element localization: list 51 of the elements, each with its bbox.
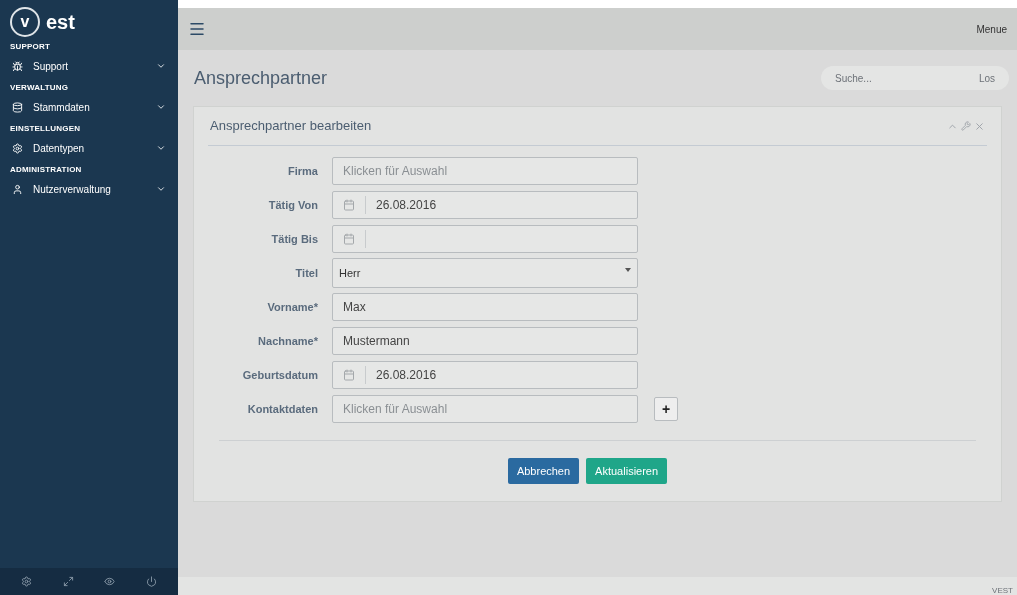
text-field[interactable]: Klicken für Auswahl — [332, 395, 638, 423]
sidebar-item[interactable]: Support — [0, 53, 178, 79]
search-field[interactable]: Suche... Los — [821, 66, 1009, 90]
expand-icon[interactable] — [62, 576, 74, 587]
menu-icon[interactable] — [188, 20, 206, 38]
footer-text: VEST — [992, 587, 1013, 595]
date-field[interactable] — [332, 225, 638, 253]
search-button[interactable]: Los — [978, 70, 995, 86]
sidebar-item[interactable]: Nutzerverwaltung — [0, 176, 178, 202]
power-icon[interactable] — [145, 576, 157, 587]
logo-text: est — [46, 12, 75, 32]
field-label: Nachname* — [257, 333, 319, 349]
section-heading: VERWALTUNG — [9, 82, 70, 94]
bug-icon — [12, 60, 23, 72]
cancel-button[interactable]: Abbrechen — [507, 458, 580, 484]
menu-link[interactable]: Menue — [976, 21, 1007, 37]
section-heading: ADMINISTRATION — [9, 164, 83, 176]
chevron-icon — [156, 184, 166, 194]
field-label: Titel — [294, 265, 319, 281]
date-field[interactable]: 26.08.2016 — [332, 361, 638, 389]
text-field[interactable]: Klicken für Auswahl — [332, 157, 638, 185]
logo-mark: v — [10, 7, 40, 37]
text-field[interactable]: Max — [332, 293, 638, 321]
select-field[interactable]: Herr — [332, 258, 638, 288]
chevron-icon — [156, 143, 166, 153]
section-heading: EINSTELLUNGEN — [9, 123, 82, 135]
database-icon — [12, 101, 23, 113]
field-label: Geburtsdatum — [241, 367, 319, 383]
chevron-icon — [156, 61, 166, 71]
panel-title: Ansprechpartner bearbeiten — [210, 117, 372, 136]
field-label: Vorname* — [266, 299, 319, 315]
field-label: Tätig Bis — [270, 231, 319, 247]
field-label: Kontaktdaten — [246, 401, 319, 417]
settings-icon[interactable] — [21, 576, 33, 587]
field-label: Tätig Von — [267, 197, 319, 213]
calendar-icon — [343, 199, 355, 211]
section-heading: SUPPORT — [9, 41, 52, 53]
calendar-icon — [343, 369, 355, 381]
add-button[interactable]: + — [654, 397, 678, 421]
page-title: Ansprechpartner — [194, 66, 328, 90]
caret-icon — [625, 268, 631, 272]
sidebar-item[interactable]: Stammdaten — [0, 94, 178, 120]
date-field[interactable]: 26.08.2016 — [332, 191, 638, 219]
field-label: Firma — [287, 163, 319, 179]
gear-icon — [12, 142, 23, 154]
eye-icon[interactable] — [104, 576, 116, 587]
sidebar-item[interactable]: Datentypen — [0, 135, 178, 161]
chevron-icon — [156, 102, 166, 112]
calendar-icon — [343, 233, 355, 245]
text-field[interactable]: Mustermann — [332, 327, 638, 355]
user-icon — [12, 183, 23, 195]
